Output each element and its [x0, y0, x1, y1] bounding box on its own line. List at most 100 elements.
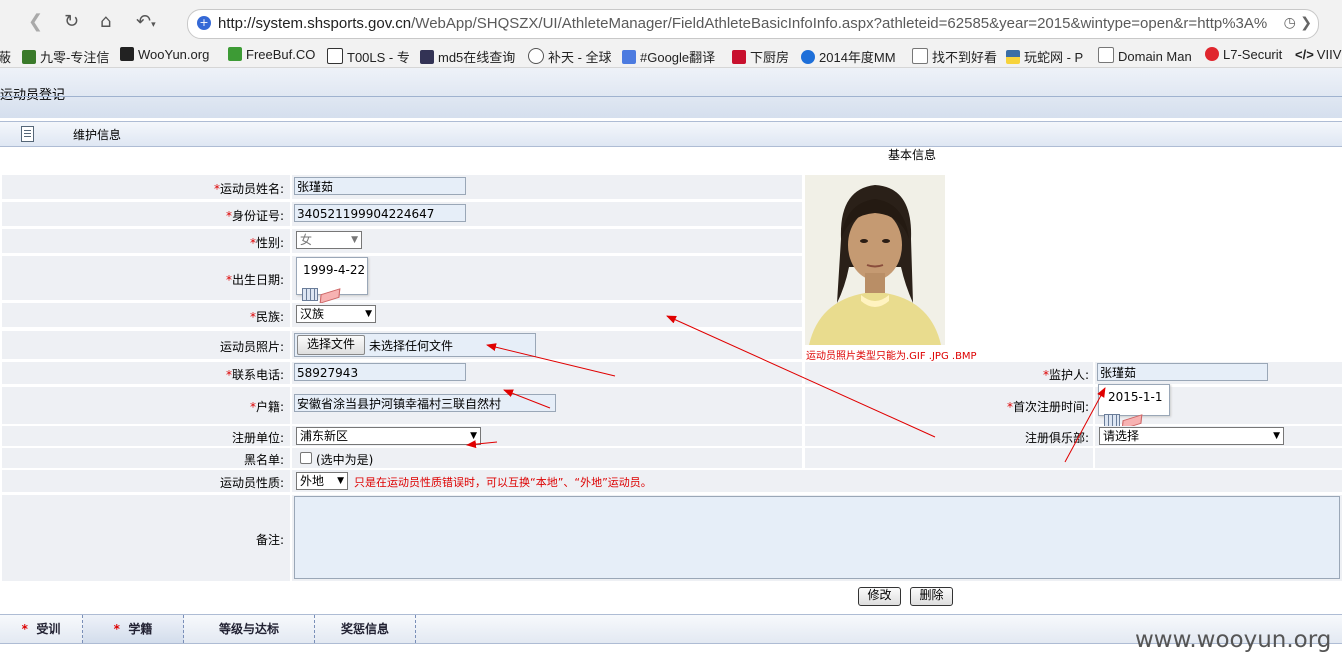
bookmark-item[interactable]: </> VIIV [1295, 47, 1341, 62]
label-cell: *性别: [2, 229, 290, 253]
athlete-portrait [805, 175, 945, 345]
remarks-label: 备注: [255, 533, 284, 547]
tab-label: 奖惩信息 [340, 622, 389, 636]
bookmark-item[interactable]: #Google翻译 [622, 47, 715, 66]
first-reg-label: *首次注册时间: [1007, 398, 1089, 415]
blacklist-checkbox[interactable] [300, 452, 312, 464]
label-cell: *监护人: [805, 362, 1093, 384]
bookmark-item[interactable]: 补天 - 全球 [528, 47, 612, 66]
guardian-label: *监护人: [1043, 366, 1089, 383]
bookmark-label: Domain Man [1118, 49, 1192, 64]
bookmark-label: L7-Securit [1223, 47, 1283, 62]
label-cell: *身份证号: [2, 202, 290, 226]
bookmark-item[interactable]: FreeBuf.CO [228, 47, 315, 62]
blacklist-hint: (选中为是) [316, 453, 374, 467]
delete-button[interactable]: 删除 [910, 587, 953, 606]
photo-label: 运动员照片: [219, 340, 284, 354]
reg-club-select[interactable]: 请选择 ▼ [1099, 427, 1284, 445]
bookmark-icon [801, 50, 815, 64]
file-status: 未选择任何文件 [369, 339, 454, 353]
address-bar[interactable]: + http://system.shsports.gov.cn/WebApp/S… [187, 9, 1319, 39]
url-host: http://system.shsports.gov.cn [218, 15, 412, 32]
birth-date-label: *出生日期: [226, 271, 284, 288]
gender-select[interactable]: 女 ▼ [296, 231, 362, 249]
section-label: 维护信息 [73, 128, 122, 142]
label-text: 户籍: [255, 400, 284, 414]
bookmark-item[interactable]: T00LS - 专 [327, 47, 410, 66]
bookmark-item[interactable]: 2014年度MM [801, 47, 896, 66]
bookmark-label: 2014年度MM [819, 50, 896, 65]
bookmark-label: FreeBuf.CO [246, 47, 316, 62]
reload-icon[interactable]: ↻ [64, 12, 79, 32]
label-text: 运动员姓名: [219, 182, 284, 196]
bookmark-label: 找不到好看 [932, 50, 998, 65]
bookmark-item[interactable]: 玩蛇网 - P [1006, 47, 1083, 66]
bookmark-label: 补天 - 全球 [548, 50, 612, 65]
tab-school-status[interactable]: * 学籍 [83, 615, 184, 643]
empty-cell [1095, 448, 1342, 468]
athlete-type-select[interactable]: 外地 ▼ [296, 472, 348, 490]
bookmark-item[interactable]: 蔽 [0, 47, 11, 66]
bookmark-icon [1098, 47, 1114, 63]
bookmarks-bar: 蔽 九零-专注信 WooYun.org FreeBuf.CO T00LS - 专… [0, 44, 1342, 68]
home-icon[interactable]: ⌂ [100, 12, 111, 32]
remarks-textarea[interactable] [294, 496, 1340, 579]
bookmark-icon [622, 50, 636, 64]
site-info-icon[interactable]: + [197, 16, 211, 30]
bookmark-label: VIIV [1316, 47, 1342, 62]
bookmark-item[interactable]: L7-Securit [1205, 47, 1282, 62]
reg-unit-label: 注册单位: [231, 431, 284, 445]
tab-awards[interactable]: 奖惩信息 [315, 615, 416, 643]
birth-date-tools [302, 288, 341, 304]
page-title: 运动员登记 [0, 88, 66, 103]
bookmark-label: md5在线查询 [438, 50, 516, 65]
id-number-input[interactable]: 340521199904224647 [294, 204, 466, 222]
name-input[interactable]: 张瑾茹 [294, 177, 466, 195]
bookmark-item[interactable]: WooYun.org [120, 47, 209, 62]
bookmark-icon [420, 50, 434, 64]
athlete-type-note: 只是在运动员性质错误时，可以互换“本地”、“外地”运动员。 [354, 476, 652, 489]
reg-unit-select[interactable]: 浦东新区 ▼ [296, 427, 481, 445]
tab-grades[interactable]: 等级与达标 [184, 615, 315, 643]
label-cell: *户籍: [2, 387, 290, 424]
name-label: *运动员姓名: [214, 180, 284, 197]
dropdown-arrow-icon: ▼ [351, 235, 358, 245]
bookmark-item[interactable]: md5在线查询 [420, 47, 515, 66]
document-icon [21, 126, 34, 142]
bookmark-icon [327, 48, 343, 64]
bookmark-item[interactable]: Domain Man [1098, 47, 1192, 64]
label-text: 监护人: [1048, 368, 1089, 382]
first-reg-date-picker[interactable]: 2015-1-1 [1098, 384, 1170, 416]
bookmark-icon [120, 47, 134, 61]
tab-label: 受训 [36, 622, 61, 636]
code-icon: </> [1295, 47, 1314, 62]
bookmark-item[interactable]: 九零-专注信 [22, 47, 109, 66]
photo-file-input[interactable]: 选择文件 未选择任何文件 [294, 333, 536, 357]
bookmark-item[interactable]: 下厨房 [732, 47, 789, 66]
modify-button[interactable]: 修改 [858, 587, 901, 606]
select-value: 女 [300, 233, 313, 247]
tab-training[interactable]: * 受训 [0, 615, 83, 643]
speed-dial-icon[interactable]: ◷ ❯ [1284, 15, 1312, 31]
guardian-input[interactable]: 张瑾茹 [1097, 363, 1268, 381]
label-cell: *出生日期: [2, 256, 290, 300]
ethnicity-select[interactable]: 汉族 ▼ [296, 305, 376, 323]
url-path: /WebApp/SHQSZX/UI/AthleteManager/FieldAt… [411, 15, 1268, 32]
label-cell: 注册单位: [2, 426, 290, 446]
bookmark-icon [732, 50, 746, 64]
bookmark-label: 下厨房 [750, 50, 790, 65]
value-cell [292, 256, 802, 300]
required-mark: * [21, 622, 28, 636]
label-text: 出生日期: [231, 273, 284, 287]
back-icon[interactable]: ❮ [28, 12, 43, 32]
undo-icon[interactable]: ↶▾ [136, 12, 156, 35]
household-input[interactable]: 安徽省涂当县护河镇幸福村三联自然村 [294, 394, 556, 412]
eraser-icon[interactable] [319, 288, 341, 304]
bookmark-item[interactable]: 找不到好看 [912, 47, 997, 66]
calendar-icon[interactable] [302, 288, 318, 301]
dropdown-arrow-icon: ▼ [337, 476, 344, 486]
choose-file-button[interactable]: 选择文件 [297, 335, 365, 355]
select-value: 浦东新区 [300, 429, 349, 443]
label-cell: *联系电话: [2, 362, 290, 384]
phone-input[interactable]: 58927943 [294, 363, 466, 381]
